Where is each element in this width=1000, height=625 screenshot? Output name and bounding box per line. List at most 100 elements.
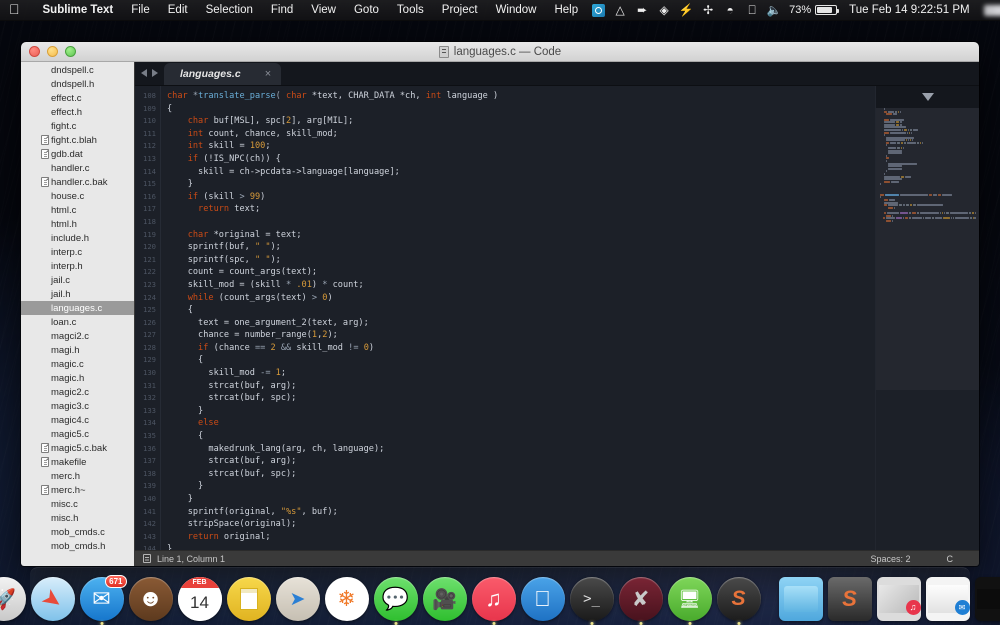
sidebar-file-magci2-c[interactable]: magci2.c bbox=[21, 329, 134, 343]
apple-menu-icon[interactable]:  bbox=[9, 2, 20, 16]
menu-item-file[interactable]: File bbox=[122, 0, 159, 21]
code-line[interactable]: count = count_args(text); bbox=[167, 266, 875, 279]
minimized-mail-window-icon[interactable]: ✉ bbox=[925, 577, 970, 621]
tab-languages-c[interactable]: languages.c × bbox=[164, 63, 282, 85]
sidebar-file-dndspell-c[interactable]: dndspell.c bbox=[21, 63, 134, 77]
code-line[interactable]: } bbox=[167, 493, 875, 506]
downloads-folder-icon[interactable] bbox=[778, 577, 823, 621]
maps-icon[interactable]: ➤ bbox=[275, 577, 320, 621]
syntax-mode[interactable]: C bbox=[929, 554, 972, 564]
sidebar-file-effect-h[interactable]: effect.h bbox=[21, 105, 134, 119]
code-line[interactable]: while (count_args(text) > 0) bbox=[167, 292, 875, 305]
sidebar-file-mob-cmds-h[interactable]: mob_cmds.h bbox=[21, 539, 134, 553]
sidebar-file-list[interactable]: dndspell.c dndspell.h effect.c effect.h figh… bbox=[21, 62, 135, 566]
photos-icon[interactable]: ❄ bbox=[324, 577, 369, 621]
code-line[interactable]: int skill = 100; bbox=[167, 140, 875, 153]
sidebar-file-magic3-c[interactable]: magic3.c bbox=[21, 399, 134, 413]
sidebar-file-interp-h[interactable]: interp.h bbox=[21, 259, 134, 273]
sidebar-file-misc-h[interactable]: misc.h bbox=[21, 511, 134, 525]
sidebar-toggle-icon[interactable] bbox=[143, 554, 151, 563]
code-line[interactable]: stripSpace(original); bbox=[167, 518, 875, 531]
menu-item-sublime-text[interactable]: Sublime Text bbox=[34, 0, 123, 21]
code-line[interactable]: { bbox=[167, 354, 875, 367]
menu-item-find[interactable]: Find bbox=[262, 0, 302, 21]
code-line[interactable]: sprintf(buf, " "); bbox=[167, 241, 875, 254]
dock-item-minimized-terminal-window[interactable] bbox=[974, 577, 1000, 621]
screen-sharing-icon[interactable]: 🖥 bbox=[667, 577, 712, 621]
dock-item-sublime-text-app[interactable]: S bbox=[827, 577, 872, 621]
sidebar-file-handler-c-bak[interactable]: handler.c.bak bbox=[21, 175, 134, 189]
code-line[interactable]: int count, chance, skill_mod; bbox=[167, 128, 875, 141]
menu-item-view[interactable]: View bbox=[302, 0, 345, 21]
dock-item-terminal[interactable]: >_ bbox=[569, 577, 614, 625]
sidebar-file-languages-c[interactable]: languages.c bbox=[21, 301, 134, 315]
menu-item-project[interactable]: Project bbox=[433, 0, 487, 21]
source-code[interactable]: char * translate_parse( char *text, CHAR_… bbox=[161, 86, 875, 550]
volume-icon[interactable]: 🔈 bbox=[763, 0, 785, 21]
sidebar-file-magic-c[interactable]: magic.c bbox=[21, 357, 134, 371]
menu-item-edit[interactable]: Edit bbox=[159, 0, 197, 21]
fastscripts-icon[interactable]: ➨ bbox=[631, 0, 653, 21]
dock-item-colloquy[interactable]: ✘ bbox=[618, 577, 663, 625]
sidebar-file-include-h[interactable]: include.h bbox=[21, 231, 134, 245]
sidebar-file-magi-h[interactable]: magi.h bbox=[21, 343, 134, 357]
code-line[interactable]: return text; bbox=[167, 203, 875, 216]
code-line[interactable]: return original; bbox=[167, 531, 875, 544]
itunes-icon[interactable]: ♫ bbox=[471, 577, 516, 621]
code-line[interactable]: char buf[MSL], spc[2], arg[MIL]; bbox=[167, 115, 875, 128]
dock-item-screen-sharing[interactable]: 🖥 bbox=[667, 577, 712, 625]
prev-tab-icon[interactable] bbox=[141, 69, 147, 77]
sidebar-file-merc-h-[interactable]: merc.h~ bbox=[21, 483, 134, 497]
close-icon[interactable]: × bbox=[265, 68, 271, 80]
contacts-icon[interactable]: ☻ bbox=[128, 577, 173, 621]
dock-item-itunes[interactable]: ♫ bbox=[471, 577, 516, 625]
bartender-icon[interactable]: ◈ bbox=[653, 0, 675, 21]
menu-item-help[interactable]: Help bbox=[545, 0, 587, 21]
chevron-down-icon[interactable] bbox=[921, 93, 934, 101]
indentation-setting[interactable]: Spaces: 2 bbox=[852, 554, 928, 564]
sidebar-file-html-h[interactable]: html.h bbox=[21, 217, 134, 231]
minimap[interactable] bbox=[875, 86, 979, 550]
code-line[interactable]: { bbox=[167, 103, 875, 116]
sidebar-file-makefile[interactable]: makefile bbox=[21, 455, 134, 469]
dock-item-maps[interactable]: ➤ bbox=[275, 577, 320, 621]
sublime-text-app-icon[interactable]: S bbox=[827, 577, 872, 621]
menu-bar-clock[interactable]: Tue Feb 14 9:22:51 PM bbox=[842, 4, 976, 16]
code-line[interactable]: if (chance == 2 && skill_mod != 0) bbox=[167, 342, 875, 355]
sidebar-file-misc-c[interactable]: misc.c bbox=[21, 497, 134, 511]
sidebar-file-loan-c[interactable]: loan.c bbox=[21, 315, 134, 329]
code-view[interactable]: 108 109 110 111 112 113 114 115 116 117 118 119 120 1… bbox=[135, 86, 979, 550]
code-line[interactable]: skill_mod = (skill * .01) * count; bbox=[167, 279, 875, 292]
sidebar-file-fight-c[interactable]: fight.c bbox=[21, 119, 134, 133]
sidebar-file-jail-h[interactable]: jail.h bbox=[21, 287, 134, 301]
sidebar-file-dndspell-h[interactable]: dndspell.h bbox=[21, 77, 134, 91]
code-line[interactable]: strcat(buf, spc); bbox=[167, 468, 875, 481]
dock-item-safari[interactable]: ➤ bbox=[30, 577, 75, 621]
dock-item-sublime-text[interactable]: S bbox=[716, 577, 761, 625]
code-line[interactable]: sprintf(original, "%s", buf); bbox=[167, 506, 875, 519]
menu-item-window[interactable]: Window bbox=[487, 0, 546, 21]
dock-item-calendar[interactable]: FEB 14 bbox=[177, 577, 222, 621]
dock-item-launchpad[interactable]: 🚀 bbox=[0, 577, 26, 621]
minimized-itunes-window-icon[interactable]: ♫ bbox=[876, 577, 921, 621]
messages-icon[interactable]: 💬 bbox=[373, 577, 418, 621]
sidebar-file-gdb-dat[interactable]: gdb.dat bbox=[21, 147, 134, 161]
google-drive-icon[interactable]: △ bbox=[609, 0, 631, 21]
code-line[interactable]: } bbox=[167, 178, 875, 191]
sidebar-file-jail-c[interactable]: jail.c bbox=[21, 273, 134, 287]
dock-item-notes[interactable] bbox=[226, 577, 271, 621]
code-line[interactable]: skill = ch->pcdata->language[language]; bbox=[167, 166, 875, 179]
code-line[interactable]: } bbox=[167, 543, 875, 550]
terminal-icon[interactable]: >_ bbox=[569, 577, 614, 621]
sidebar-file-html-c[interactable]: html.c bbox=[21, 203, 134, 217]
sidebar-file-magic4-c[interactable]: magic4.c bbox=[21, 413, 134, 427]
dock-item-minimized-itunes-window[interactable]: ♫ bbox=[876, 577, 921, 621]
sidebar-file-magic2-c[interactable]: magic2.c bbox=[21, 385, 134, 399]
code-line[interactable]: } bbox=[167, 480, 875, 493]
user-name-blurred[interactable] bbox=[983, 4, 1000, 16]
sidebar-file-interp-c[interactable]: interp.c bbox=[21, 245, 134, 259]
next-tab-icon[interactable] bbox=[152, 69, 158, 77]
app-store-icon[interactable]:  bbox=[520, 577, 565, 621]
sidebar-file-magic5-c[interactable]: magic5.c bbox=[21, 427, 134, 441]
colloquy-icon[interactable]: ✘ bbox=[618, 577, 663, 621]
